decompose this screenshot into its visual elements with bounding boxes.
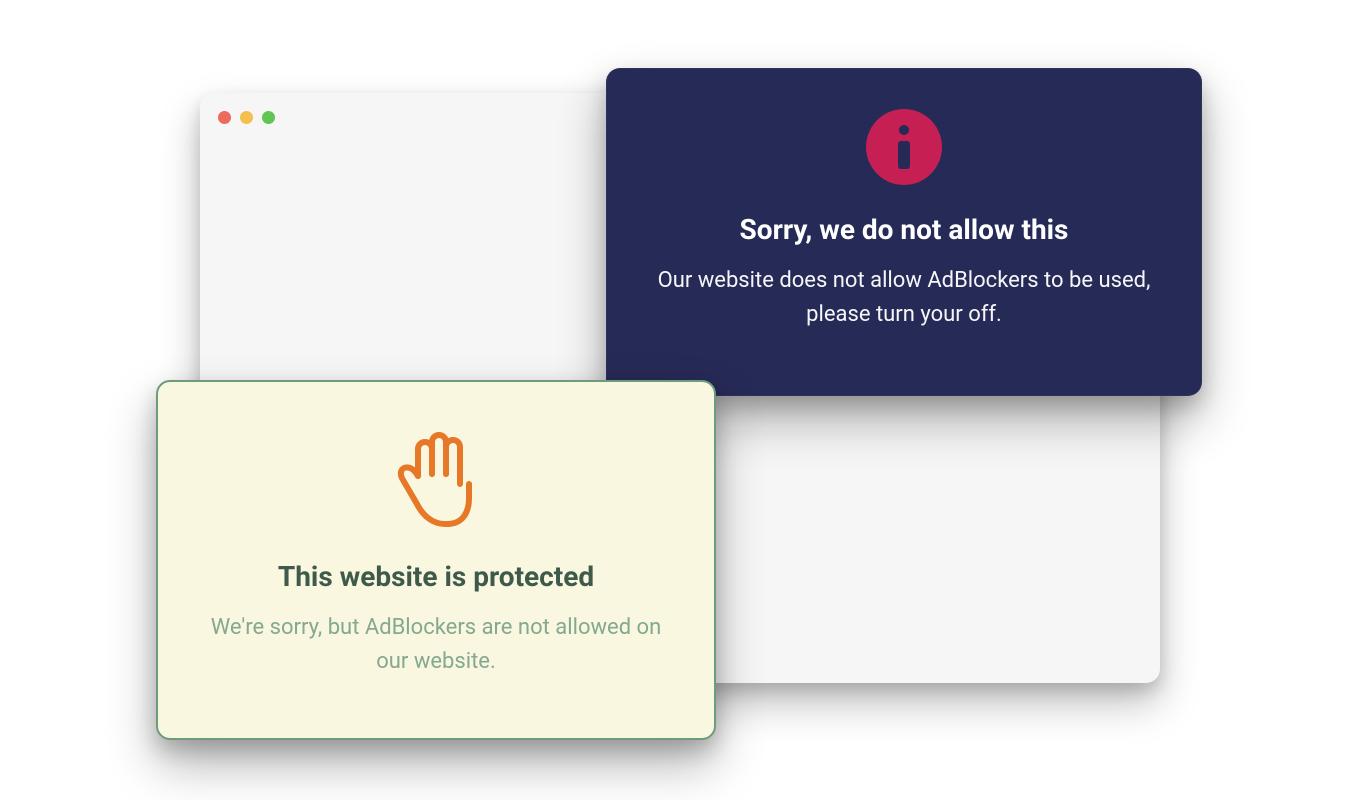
light-card-title: This website is protected — [278, 560, 594, 593]
maximize-dot-icon[interactable] — [262, 111, 275, 124]
dark-card-message: Our website does not allow AdBlockers to… — [643, 264, 1165, 332]
dark-card-title: Sorry, we do not allow this — [740, 213, 1069, 246]
minimize-dot-icon[interactable] — [240, 111, 253, 124]
adblock-warning-light-card: This website is protected We're sorry, b… — [156, 380, 716, 740]
adblock-warning-dark-card: Sorry, we do not allow this Our website … — [606, 68, 1202, 396]
close-dot-icon[interactable] — [218, 111, 231, 124]
stop-hand-icon — [394, 430, 478, 534]
light-card-message: We're sorry, but AdBlockers are not allo… — [194, 611, 678, 679]
info-icon — [866, 109, 942, 185]
